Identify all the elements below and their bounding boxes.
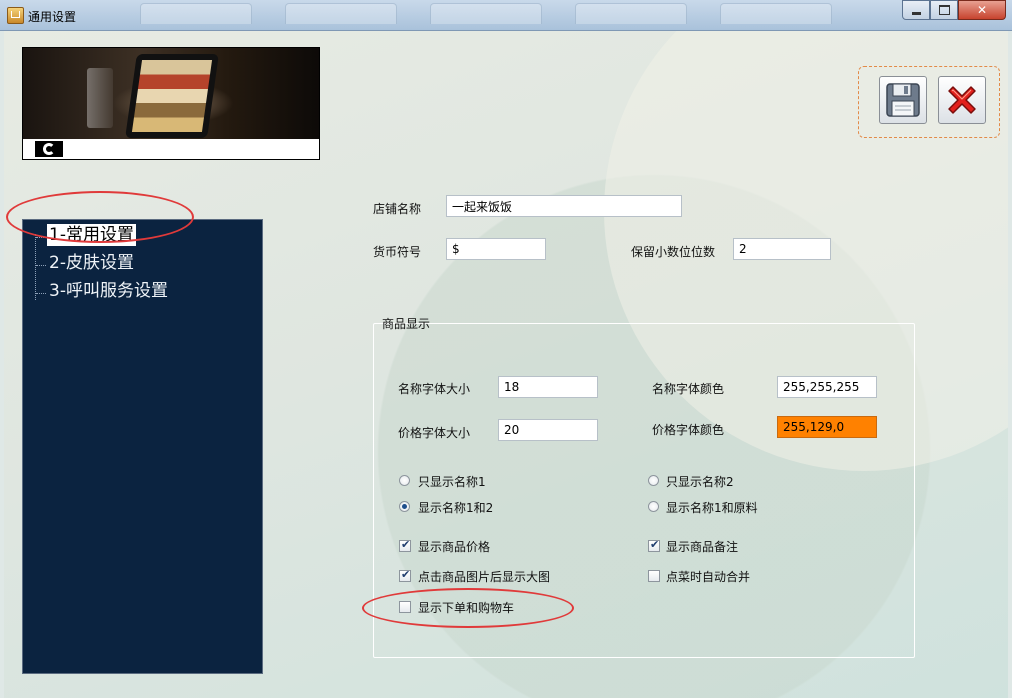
banner-image (22, 47, 320, 160)
store-name-label: 店铺名称 (373, 202, 422, 216)
tablet-screen (131, 60, 213, 132)
checkbox-auto-merge-label[interactable]: 点菜时自动合并 (666, 568, 750, 585)
minimize-button[interactable] (902, 0, 930, 20)
close-window-button[interactable]: ✕ (958, 0, 1006, 20)
background-tab (575, 3, 687, 24)
minimize-icon (911, 11, 921, 15)
decimals-input[interactable] (733, 238, 831, 260)
name-font-size-input[interactable] (498, 376, 598, 398)
checkbox-enlarge-image-label[interactable]: 点击商品图片后显示大图 (418, 568, 550, 585)
logo-c-icon (43, 143, 55, 155)
radio-name2-only[interactable] (648, 475, 659, 486)
currency-input[interactable] (446, 238, 546, 260)
close-icon: ✕ (976, 3, 988, 17)
annotation-ellipse (6, 191, 194, 243)
annotation-ellipse (362, 588, 574, 628)
tablet-image (125, 54, 219, 138)
background-tab (140, 3, 252, 24)
name-font-color-input[interactable] (777, 376, 877, 398)
tree-connector (36, 293, 46, 294)
app-icon (7, 7, 24, 24)
price-font-color-input[interactable] (777, 416, 877, 438)
radio-name1-and-2-label[interactable]: 显示名称1和2 (418, 499, 493, 516)
glass-decoration (87, 68, 113, 128)
floppy-disk-icon (886, 83, 920, 117)
radio-name1-only-label[interactable]: 只显示名称1 (418, 473, 486, 490)
name-font-color-label: 名称字体颜色 (652, 382, 725, 396)
background-tab (285, 3, 397, 24)
title-bar[interactable]: 通用设置 ✕ (0, 0, 1012, 31)
checkbox-show-remarks-label[interactable]: 显示商品备注 (666, 538, 738, 555)
toolbar (858, 66, 1000, 138)
red-x-icon (948, 86, 976, 114)
name-font-size-label: 名称字体大小 (398, 382, 471, 396)
nav-item-skin[interactable]: 2-皮肤设置 (47, 252, 136, 274)
checkbox-enlarge-image[interactable] (399, 568, 411, 582)
checkbox-auto-merge[interactable] (648, 570, 660, 582)
currency-label: 货币符号 (373, 245, 422, 259)
radio-name1-and-ingredients-label[interactable]: 显示名称1和原料 (666, 499, 758, 516)
decimals-label: 保留小数位位数 (631, 245, 716, 259)
store-name-input[interactable] (446, 195, 682, 217)
price-font-size-label: 价格字体大小 (398, 426, 471, 440)
save-button[interactable] (879, 76, 927, 124)
settings-panel: 1-常用设置 2-皮肤设置 3-呼叫服务设置 店铺名称 货币符号 保留小数位位数… (4, 31, 1008, 698)
background-tab (720, 3, 832, 24)
tree-connector (36, 265, 46, 266)
settings-nav-tree: 1-常用设置 2-皮肤设置 3-呼叫服务设置 (22, 219, 263, 674)
restaurant-photo (23, 48, 319, 139)
radio-name1-only[interactable] (399, 475, 410, 486)
radio-name1-and-ingredients[interactable] (648, 501, 659, 512)
window-title: 通用设置 (28, 10, 77, 24)
checkbox-show-price[interactable] (399, 538, 411, 552)
price-font-color-label: 价格字体颜色 (652, 423, 725, 437)
maximize-button[interactable] (930, 0, 958, 20)
radio-name1-and-2[interactable] (399, 501, 410, 512)
checkbox-show-remarks[interactable] (648, 538, 660, 552)
close-button[interactable] (938, 76, 986, 124)
radio-name2-only-label[interactable]: 只显示名称2 (666, 473, 734, 490)
price-font-size-input[interactable] (498, 419, 598, 441)
window-controls: ✕ (902, 0, 1006, 20)
background-tab (430, 3, 542, 24)
nav-item-call-service[interactable]: 3-呼叫服务设置 (47, 280, 170, 302)
checkbox-show-price-label[interactable]: 显示商品价格 (418, 538, 490, 555)
maximize-icon (938, 5, 950, 15)
brand-logo (35, 141, 63, 157)
product-display-title: 商品显示 (382, 317, 431, 331)
